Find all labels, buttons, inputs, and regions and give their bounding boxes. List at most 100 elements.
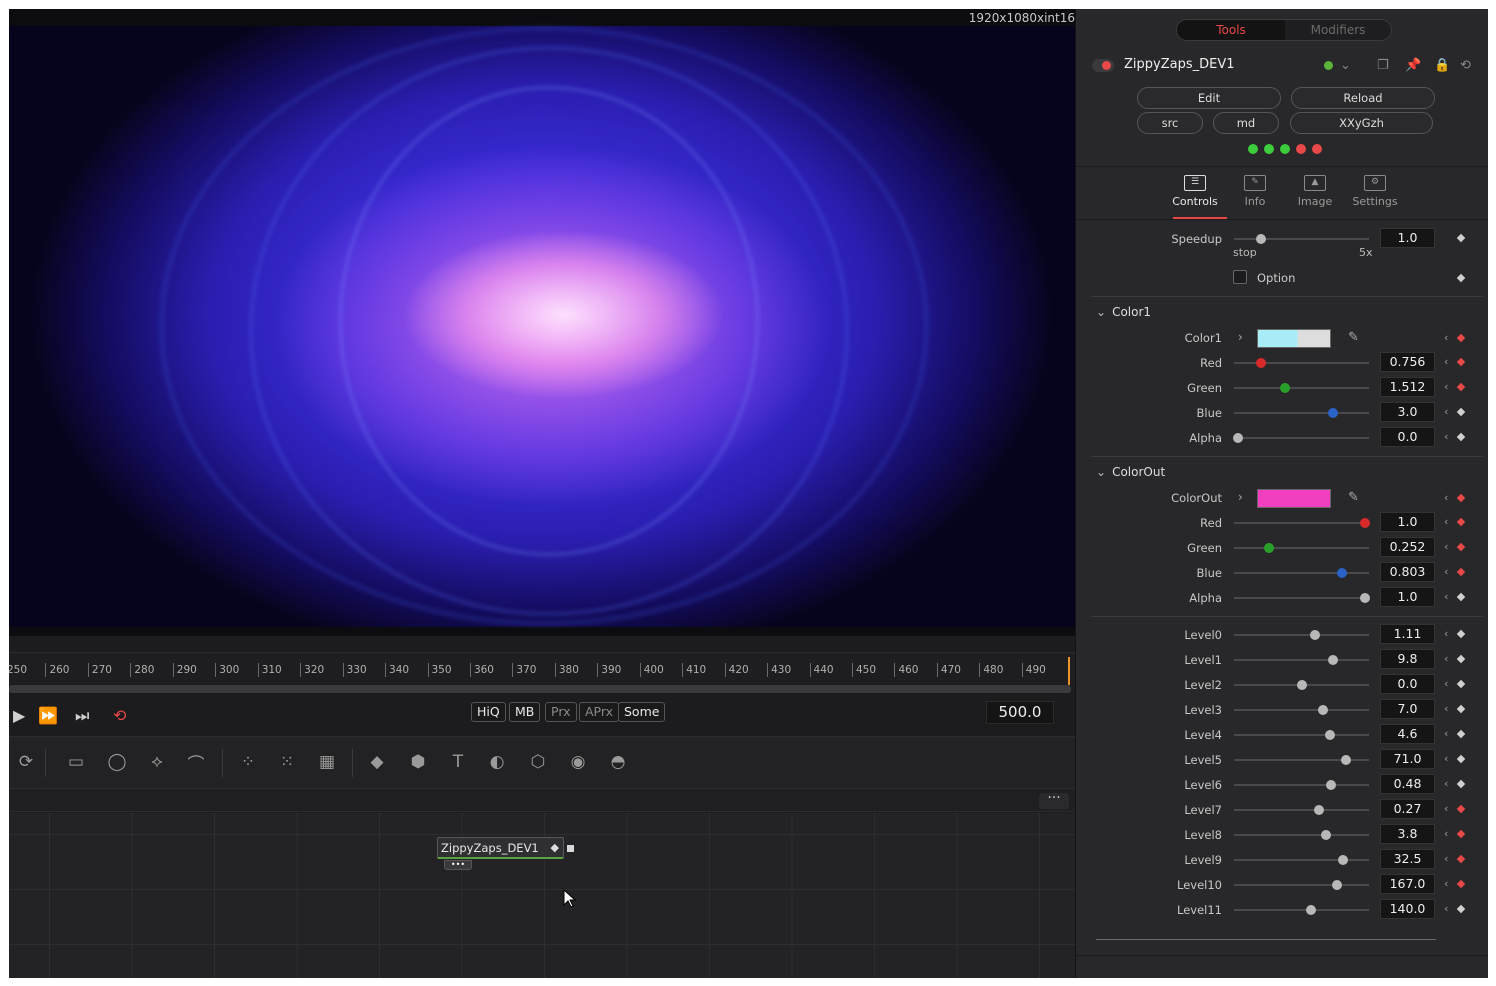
reload-button[interactable]: Reload [1291,87,1435,109]
imageplane3d-icon[interactable]: ◓ [607,751,629,773]
param-value[interactable]: 32.5 [1380,849,1435,869]
slider-knob[interactable] [1324,730,1335,740]
param-value[interactable]: 1.11 [1380,624,1435,644]
slider-knob[interactable] [1318,705,1329,715]
slider-knob[interactable] [1310,630,1320,640]
kf-prev-icon[interactable]: ‹ [1444,491,1448,504]
kf-prev-icon[interactable]: ‹ [1444,540,1448,553]
pin-icon[interactable]: 📌 [1405,58,1421,73]
color1-swatch[interactable] [1257,329,1331,348]
param-value[interactable]: 3.8 [1380,824,1435,844]
slider-knob[interactable] [1326,780,1337,790]
slider-knob[interactable] [1280,383,1291,393]
rectangle-mask-icon[interactable]: ▭ [65,751,87,773]
merge3d-icon[interactable]: ⬢ [407,751,429,773]
param-slider[interactable] [1234,905,1369,915]
kf-prev-icon[interactable]: ‹ [1444,877,1448,890]
chevron-right-icon[interactable]: › [1238,490,1243,504]
reset-icon[interactable]: ⟲ [1460,58,1471,73]
param-slider[interactable] [1234,408,1369,418]
keyframe-icon[interactable] [1456,357,1466,367]
kf-prev-icon[interactable]: ‹ [1444,627,1448,640]
param-value[interactable]: 1.0 [1380,587,1435,607]
param-value[interactable]: 0.0 [1380,427,1435,447]
slider-knob[interactable] [1341,755,1352,765]
renderer3d-icon[interactable]: ⬡ [527,751,549,773]
kf-prev-icon[interactable]: ‹ [1444,355,1448,368]
src-button[interactable]: src [1137,112,1203,134]
param-value[interactable]: 0.252 [1380,537,1435,557]
kf-prev-icon[interactable]: ‹ [1444,515,1448,528]
colorout-keyframe-icon[interactable] [1456,493,1466,503]
kf-prev-icon[interactable]: ‹ [1444,752,1448,765]
param-value[interactable]: 140.0 [1380,899,1435,919]
param-value[interactable]: 0.48 [1380,774,1435,794]
more-options-icon[interactable]: ··· [1039,791,1069,809]
kf-prev-icon[interactable]: ‹ [1444,652,1448,665]
param-value[interactable]: 167.0 [1380,874,1435,894]
slider-knob[interactable] [1331,880,1342,890]
keyframe-icon[interactable] [1456,829,1466,839]
tab-controls[interactable]: ☰ Controls [1165,175,1225,208]
loop-icon[interactable]: ⟲ [113,706,126,725]
slider-knob[interactable] [1233,433,1244,443]
fast-forward-icon[interactable]: ⏩ [38,706,58,725]
shape3d-icon[interactable]: ◆ [366,751,388,773]
particle-emitter-icon[interactable]: ⁘ [237,751,259,773]
param-slider[interactable] [1234,543,1369,553]
keyframe-icon[interactable] [1456,904,1466,914]
polygon-mask-icon[interactable]: ⟡ [146,751,168,773]
slider-knob[interactable] [1337,568,1347,578]
some-button[interactable]: Some [618,702,666,722]
kf-prev-icon[interactable]: ‹ [1444,702,1448,715]
eyedropper-icon[interactable]: ✎ [1348,330,1359,345]
lock-icon[interactable]: 🔒 [1434,58,1450,73]
param-slider[interactable] [1234,518,1370,528]
skip-to-end-icon[interactable]: ⏭ [75,706,89,726]
param-slider[interactable] [1234,705,1369,715]
slider-knob[interactable] [1359,518,1370,528]
color1-section-header[interactable]: ⌄ Color1 [1096,305,1151,319]
param-value[interactable]: 9.8 [1380,649,1435,669]
node-input-port[interactable]: ••• [444,860,472,870]
param-value[interactable]: 4.6 [1380,724,1435,744]
param-slider[interactable] [1234,655,1369,665]
camera3d-icon[interactable]: ◐ [486,751,508,773]
mb-button[interactable]: MB [509,702,541,722]
node-output-port[interactable] [567,845,574,852]
text3d-icon[interactable]: T [447,751,469,773]
node-editor[interactable]: ZippyZaps_DEV1 ◆ ••• [9,813,1075,978]
kf-prev-icon[interactable]: ‹ [1444,902,1448,915]
param-slider[interactable] [1234,855,1369,865]
param-slider[interactable] [1234,730,1369,740]
slider-knob[interactable] [1296,680,1307,690]
keyframe-icon[interactable] [1456,382,1466,392]
tool-enable-toggle[interactable] [1092,59,1114,72]
tab-modifiers[interactable]: Modifiers [1285,20,1391,40]
option-keyframe-icon[interactable] [1456,273,1466,283]
kf-prev-icon[interactable]: ‹ [1444,802,1448,815]
slider-knob[interactable] [1327,655,1338,665]
param-slider[interactable] [1233,433,1369,443]
aprx-button[interactable]: APrx [579,702,620,722]
tab-info[interactable]: ✎ Info [1225,175,1285,208]
tab-tools[interactable]: Tools [1177,20,1285,40]
keyframe-icon[interactable] [1456,432,1466,442]
kf-prev-icon[interactable]: ‹ [1444,430,1448,443]
slider-knob[interactable] [1314,805,1325,815]
colorout-section-header[interactable]: ⌄ ColorOut [1096,465,1165,479]
keyframe-icon[interactable] [1456,704,1466,714]
kf-prev-icon[interactable]: ‹ [1444,331,1448,344]
kf-prev-icon[interactable]: ‹ [1444,380,1448,393]
chevron-right-icon[interactable]: › [1238,330,1243,344]
kf-prev-icon[interactable]: ‹ [1444,405,1448,418]
param-slider[interactable] [1234,680,1369,690]
keyframe-icon[interactable] [1456,754,1466,764]
keyframe-icon[interactable] [1456,854,1466,864]
param-slider[interactable] [1234,780,1369,790]
param-slider[interactable] [1234,630,1369,640]
keyframe-icon[interactable] [1456,654,1466,664]
slider-knob[interactable] [1359,593,1370,603]
particle-grid-icon[interactable]: ▦ [316,751,338,773]
param-value[interactable]: 7.0 [1380,699,1435,719]
